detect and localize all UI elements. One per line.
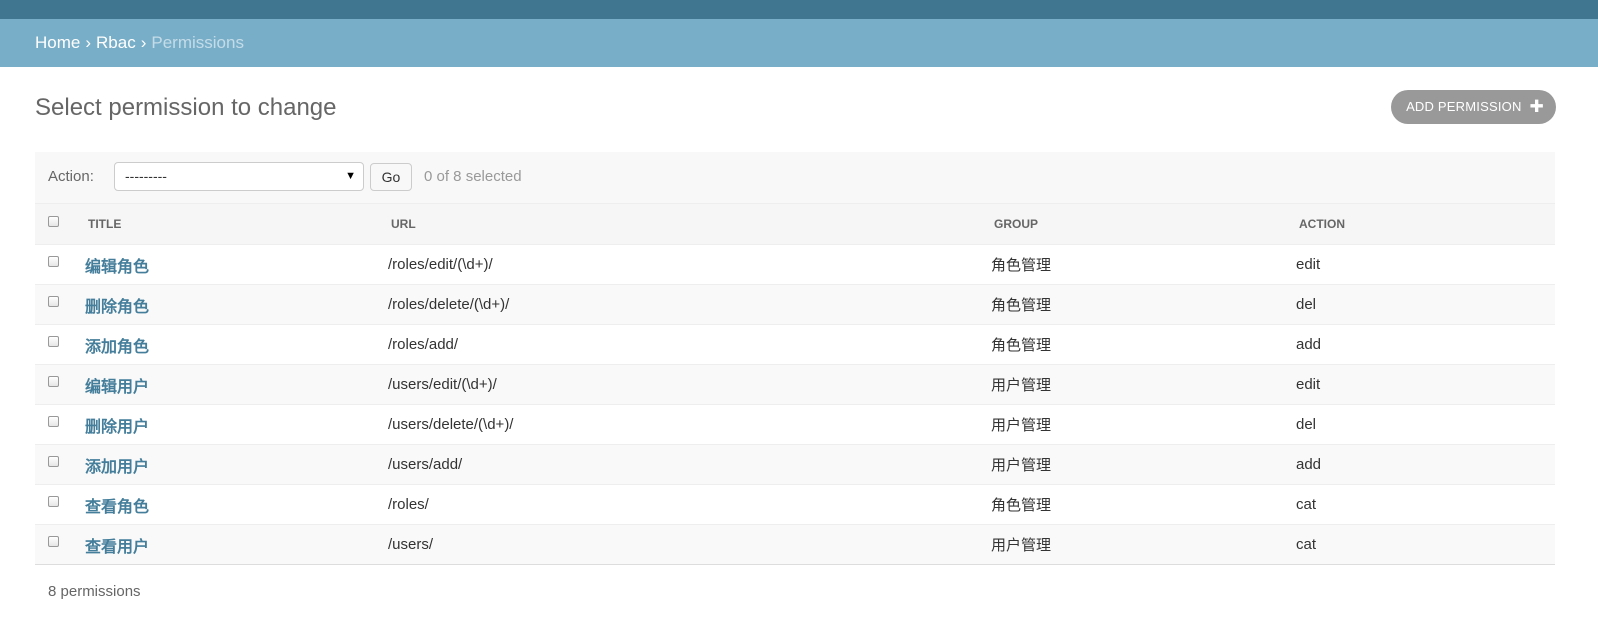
table-row: 删除用户/users/delete/(\d+)/用户管理 del [35, 404, 1555, 445]
table-row: 查看用户/users/用户管理 cat [35, 524, 1555, 565]
group-cell: 用户管理 [991, 524, 1296, 565]
row-select-cell [35, 444, 85, 485]
paginator: 8 permissions [48, 583, 141, 600]
action-select-value: --------- [125, 168, 167, 184]
table-row: 删除角色/roles/delete/(\d+)/角色管理 del [35, 284, 1555, 325]
row-checkbox[interactable] [48, 296, 59, 308]
table-header-row: TITLE URL GROUP ACTION [35, 203, 1555, 245]
row-select-cell [35, 404, 85, 445]
url-cell: /roles/delete/(\d+)/ [388, 284, 991, 325]
url-cell: /users/delete/(\d+)/ [388, 404, 991, 445]
action-cell: edit [1296, 364, 1555, 405]
table-row: 编辑角色/roles/edit/(\d+)/角色管理 edit [35, 244, 1555, 285]
permission-title-link[interactable]: 编辑角色 [85, 259, 149, 276]
row-select-cell [35, 284, 85, 325]
row-select-cell [35, 364, 85, 405]
select-all-cell [35, 203, 85, 245]
title-cell: 查看角色 [85, 484, 388, 525]
action-cell: add [1296, 324, 1555, 365]
go-button[interactable]: Go [370, 163, 412, 191]
permission-title-link[interactable]: 删除用户 [85, 419, 149, 436]
group-cell: 角色管理 [991, 484, 1296, 525]
action-label: Action: [48, 168, 94, 185]
site-header-bar [0, 0, 1598, 19]
permission-title-link[interactable]: 删除角色 [85, 299, 149, 316]
column-header-title[interactable]: TITLE [85, 203, 388, 245]
permission-title-link[interactable]: 编辑用户 [85, 379, 149, 396]
group-cell: 用户管理 [991, 444, 1296, 485]
group-cell: 角色管理 [991, 244, 1296, 285]
action-cell: cat [1296, 524, 1555, 565]
row-select-cell [35, 484, 85, 525]
url-cell: /roles/edit/(\d+)/ [388, 244, 991, 285]
url-cell: /users/ [388, 524, 991, 565]
column-header-url[interactable]: URL [388, 203, 991, 245]
table-row: 查看角色/roles/角色管理 cat [35, 484, 1555, 525]
url-cell: /roles/add/ [388, 324, 991, 365]
title-cell: 编辑用户 [85, 364, 388, 405]
add-permission-label: ADD PERMISSION [1406, 99, 1522, 114]
group-cell: 用户管理 [991, 404, 1296, 445]
title-cell: 编辑角色 [85, 244, 388, 285]
row-checkbox[interactable] [48, 256, 59, 268]
row-select-cell [35, 244, 85, 285]
url-cell: /roles/ [388, 484, 991, 525]
action-cell: del [1296, 404, 1555, 445]
permission-title-link[interactable]: 添加用户 [85, 459, 149, 476]
breadcrumb-app-link[interactable]: Rbac [96, 33, 136, 52]
permission-title-link[interactable]: 查看用户 [85, 539, 149, 556]
title-cell: 添加角色 [85, 324, 388, 365]
action-cell: edit [1296, 244, 1555, 285]
group-cell: 角色管理 [991, 324, 1296, 365]
chevron-down-icon: ▼ [345, 170, 356, 182]
breadcrumb-separator: › [140, 33, 147, 52]
column-header-action[interactable]: ACTION [1296, 203, 1555, 245]
breadcrumb: Home › Rbac › Permissions [0, 19, 1598, 67]
row-checkbox[interactable] [48, 336, 59, 348]
url-cell: /users/add/ [388, 444, 991, 485]
table-row: 添加用户/users/add/用户管理 add [35, 444, 1555, 485]
selection-counter: 0 of 8 selected [424, 168, 522, 185]
table-row: 编辑用户/users/edit/(\d+)/用户管理 edit [35, 364, 1555, 405]
table-body: 编辑角色/roles/edit/(\d+)/角色管理 edit 删除角色/roles… [35, 244, 1555, 565]
title-cell: 添加用户 [85, 444, 388, 485]
row-select-cell [35, 324, 85, 365]
row-checkbox[interactable] [48, 376, 59, 388]
row-select-cell [35, 524, 85, 565]
permission-title-link[interactable]: 查看角色 [85, 499, 149, 516]
add-permission-button[interactable]: ADD PERMISSION ✚ [1391, 90, 1556, 124]
page-title: Select permission to change [35, 94, 337, 121]
row-checkbox[interactable] [48, 456, 59, 468]
breadcrumb-separator: › [85, 33, 92, 52]
action-select[interactable]: --------- ▼ [114, 162, 364, 191]
row-checkbox[interactable] [48, 536, 59, 548]
row-checkbox[interactable] [48, 416, 59, 428]
permission-title-link[interactable]: 添加角色 [85, 339, 149, 356]
breadcrumb-current: Permissions [151, 33, 244, 52]
row-checkbox[interactable] [48, 496, 59, 508]
select-all-checkbox[interactable] [48, 216, 59, 228]
title-cell: 删除用户 [85, 404, 388, 445]
action-cell: add [1296, 444, 1555, 485]
group-cell: 用户管理 [991, 364, 1296, 405]
column-header-group[interactable]: GROUP [991, 203, 1296, 245]
url-cell: /users/edit/(\d+)/ [388, 364, 991, 405]
title-cell: 删除角色 [85, 284, 388, 325]
action-cell: del [1296, 284, 1555, 325]
group-cell: 角色管理 [991, 284, 1296, 325]
plus-icon: ✚ [1529, 97, 1544, 116]
breadcrumb-home-link[interactable]: Home [35, 33, 80, 52]
title-cell: 查看用户 [85, 524, 388, 565]
table-row: 添加角色/roles/add/角色管理 add [35, 324, 1555, 365]
results-table: TITLE URL GROUP ACTION 编辑角色/roles/edit/(… [35, 203, 1555, 565]
actions-bar: Action: --------- ▼ Go 0 of 8 selected [35, 152, 1555, 203]
action-cell: cat [1296, 484, 1555, 525]
